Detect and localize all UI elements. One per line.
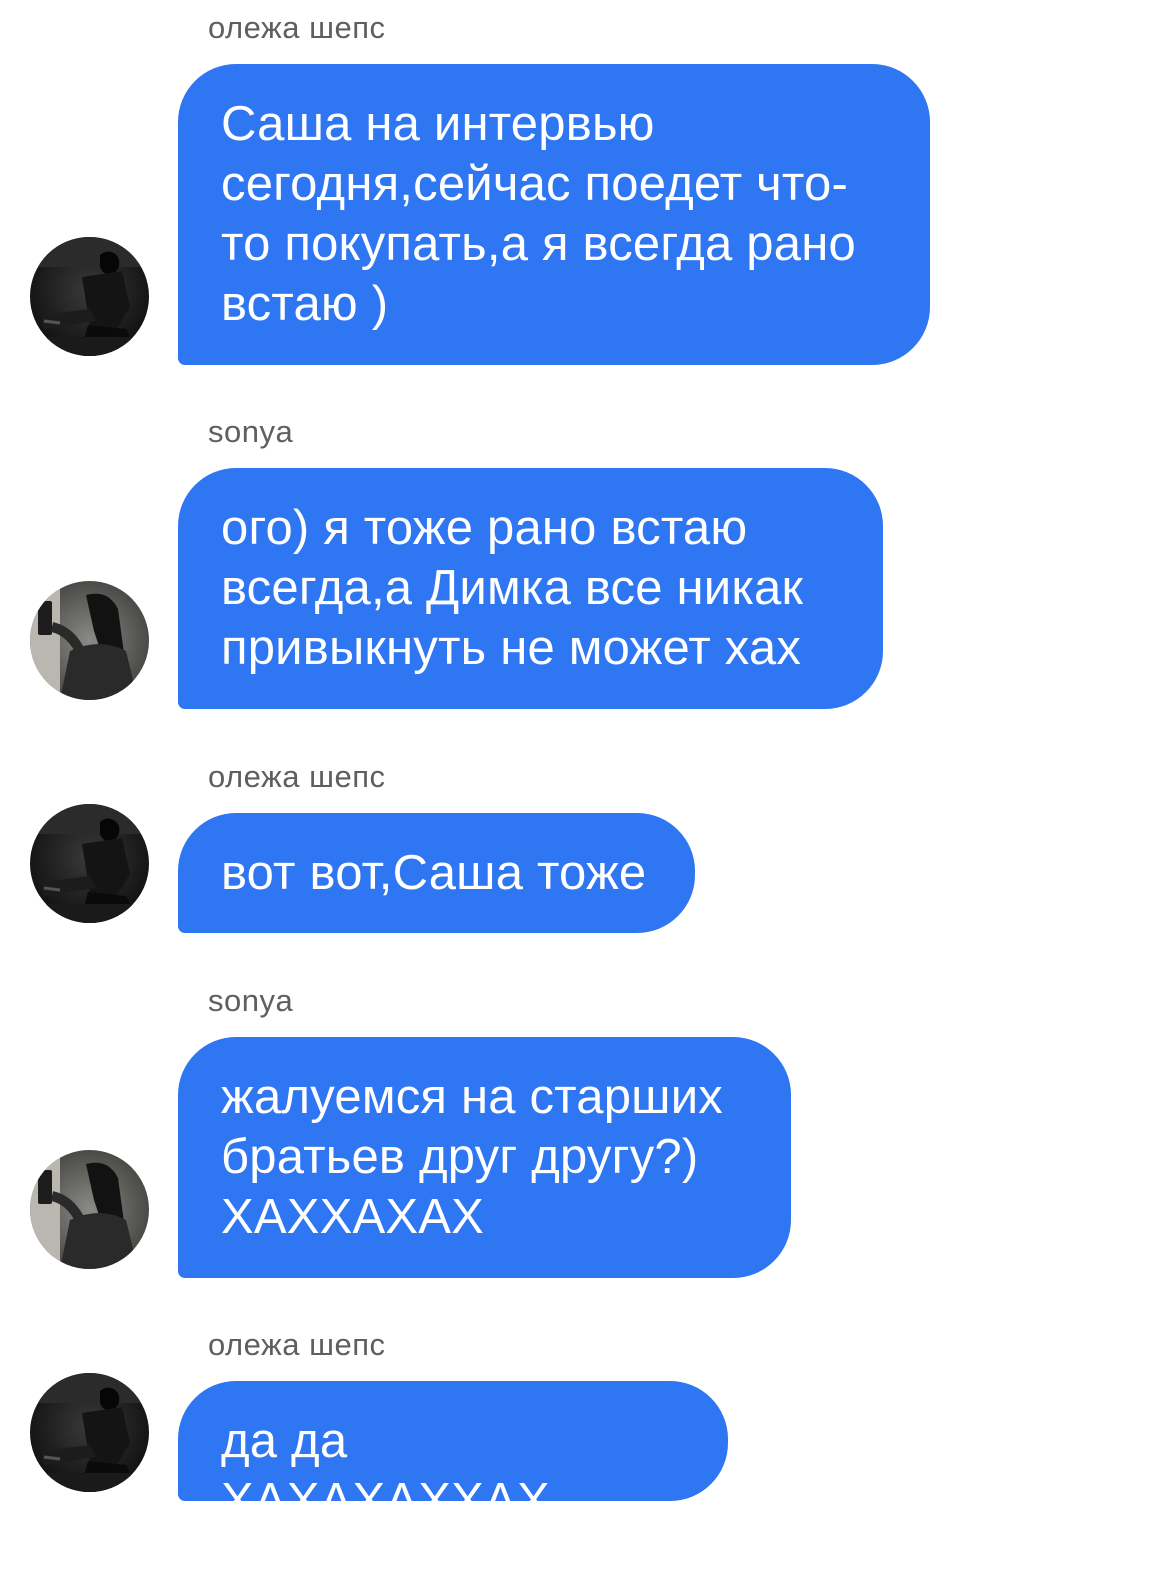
avatar-photo-sonya bbox=[30, 581, 149, 700]
avatar[interactable] bbox=[30, 581, 149, 700]
avatar-photo-sonya bbox=[30, 1150, 149, 1269]
avatar[interactable] bbox=[30, 1373, 149, 1492]
message-bubble[interactable]: вот вот,Саша тоже bbox=[178, 813, 695, 933]
sender-name: sonya bbox=[208, 414, 294, 449]
sender-name: олежа шепс bbox=[208, 10, 386, 45]
sender-name: олежа шепс bbox=[208, 759, 386, 794]
sender-name: олежа шепс bbox=[208, 1327, 386, 1362]
avatar[interactable] bbox=[30, 237, 149, 356]
avatar-photo-oleg bbox=[30, 804, 149, 923]
message-bubble[interactable]: да да ХАХАХАХХАХ bbox=[178, 1381, 728, 1528]
message-bubble[interactable]: жалуемся на старших братьев друг другу?)… bbox=[178, 1037, 791, 1278]
message-bubble[interactable]: ого) я тоже рано встаю всегда,а Димка вс… bbox=[178, 468, 883, 709]
avatar[interactable] bbox=[30, 1150, 149, 1269]
avatar[interactable] bbox=[30, 804, 149, 923]
avatar-photo-oleg bbox=[30, 1373, 149, 1492]
message-bubble[interactable]: Саша на интервью сегодня,сейчас поедет ч… bbox=[178, 64, 930, 365]
avatar-photo-oleg bbox=[30, 237, 149, 356]
sender-name: sonya bbox=[208, 983, 294, 1018]
